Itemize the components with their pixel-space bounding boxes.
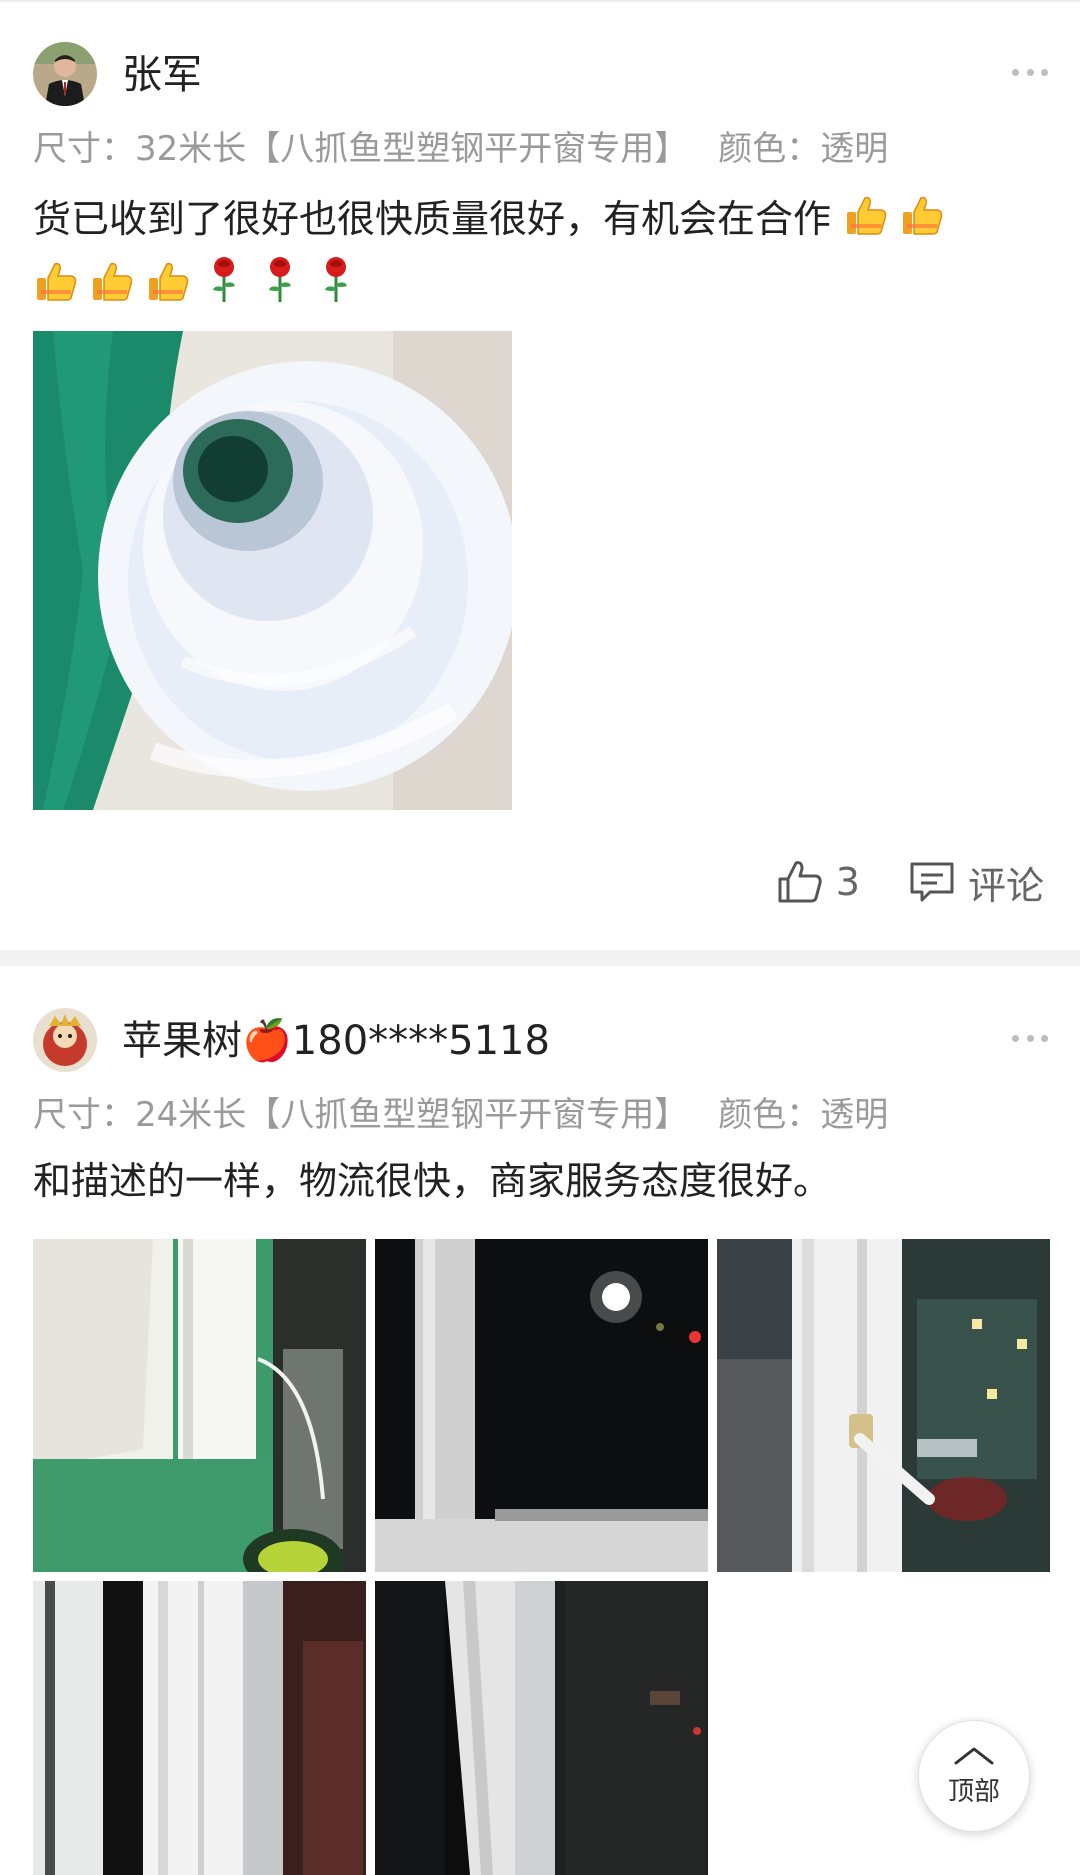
review-text: 和描述的一样，物流很快，商家服务态度很好。 [33, 1152, 1043, 1210]
review-text-body: 货已收到了很好也很快质量很好，有机会在合作 [33, 197, 832, 241]
thumbs-up-icon [843, 194, 889, 254]
like-icon [778, 861, 822, 903]
thumbs-up-icon [145, 260, 191, 320]
review-photo[interactable] [375, 1239, 708, 1572]
review-card: 苹果树🍎180****5118 尺寸：24米长【八抓鱼型塑钢平开窗专用】 颜色：透… [0, 966, 1080, 1875]
review-text: 货已收到了很好也很快质量很好，有机会在合作 [33, 190, 1043, 320]
review-photo[interactable] [375, 1581, 708, 1875]
back-to-top-label: 顶部 [947, 1776, 1000, 1807]
back-to-top-button[interactable]: 顶部 [918, 1720, 1030, 1832]
spec-size: 尺寸：24米长【八抓鱼型塑钢平开窗专用】 [33, 1095, 689, 1135]
like-count: 3 [835, 860, 860, 904]
section-divider [0, 950, 1080, 966]
review-photo[interactable] [33, 1581, 366, 1875]
rose-icon [201, 254, 247, 320]
comment-button[interactable]: 评论 [908, 855, 1044, 910]
username[interactable]: 苹果树🍎180****5118 [122, 1015, 550, 1067]
rose-icon [257, 254, 303, 320]
comment-icon [910, 862, 954, 902]
review-card: 张军 尺寸：32米长【八抓鱼型塑钢平开窗专用】 颜色：透明 货已收到了很好也很快质… [0, 0, 1080, 950]
username[interactable]: 张军 [122, 49, 202, 101]
review-text-body: 和描述的一样，物流很快，商家服务态度很好。 [33, 1159, 832, 1203]
product-spec: 尺寸：32米长【八抓鱼型塑钢平开窗专用】 颜色：透明 [33, 127, 888, 171]
review-photo[interactable] [33, 1239, 366, 1572]
thumbs-up-icon [89, 260, 135, 320]
like-button[interactable]: 3 [776, 859, 860, 905]
thumbs-up-icon [33, 260, 79, 320]
spec-color: 颜色：透明 [718, 1095, 889, 1135]
more-options-icon[interactable] [1012, 1032, 1048, 1044]
product-spec: 尺寸：24米长【八抓鱼型塑钢平开窗专用】 颜色：透明 [33, 1093, 888, 1137]
review-photo[interactable] [717, 1239, 1050, 1572]
rose-icon [313, 254, 359, 320]
avatar[interactable] [33, 42, 97, 106]
review-page: 张军 尺寸：32米长【八抓鱼型塑钢平开窗专用】 颜色：透明 货已收到了很好也很快质… [0, 0, 1080, 1875]
thumbs-up-icon [899, 194, 945, 254]
review-photo[interactable] [33, 331, 512, 810]
spec-size: 尺寸：32米长【八抓鱼型塑钢平开窗专用】 [33, 129, 689, 169]
chevron-up-icon [954, 1747, 994, 1764]
comment-label: 评论 [967, 863, 1044, 908]
review-actions: 3 评论 [728, 854, 1044, 910]
spec-color: 颜色：透明 [718, 129, 889, 169]
more-options-icon[interactable] [1012, 66, 1048, 78]
avatar[interactable] [33, 1008, 97, 1072]
